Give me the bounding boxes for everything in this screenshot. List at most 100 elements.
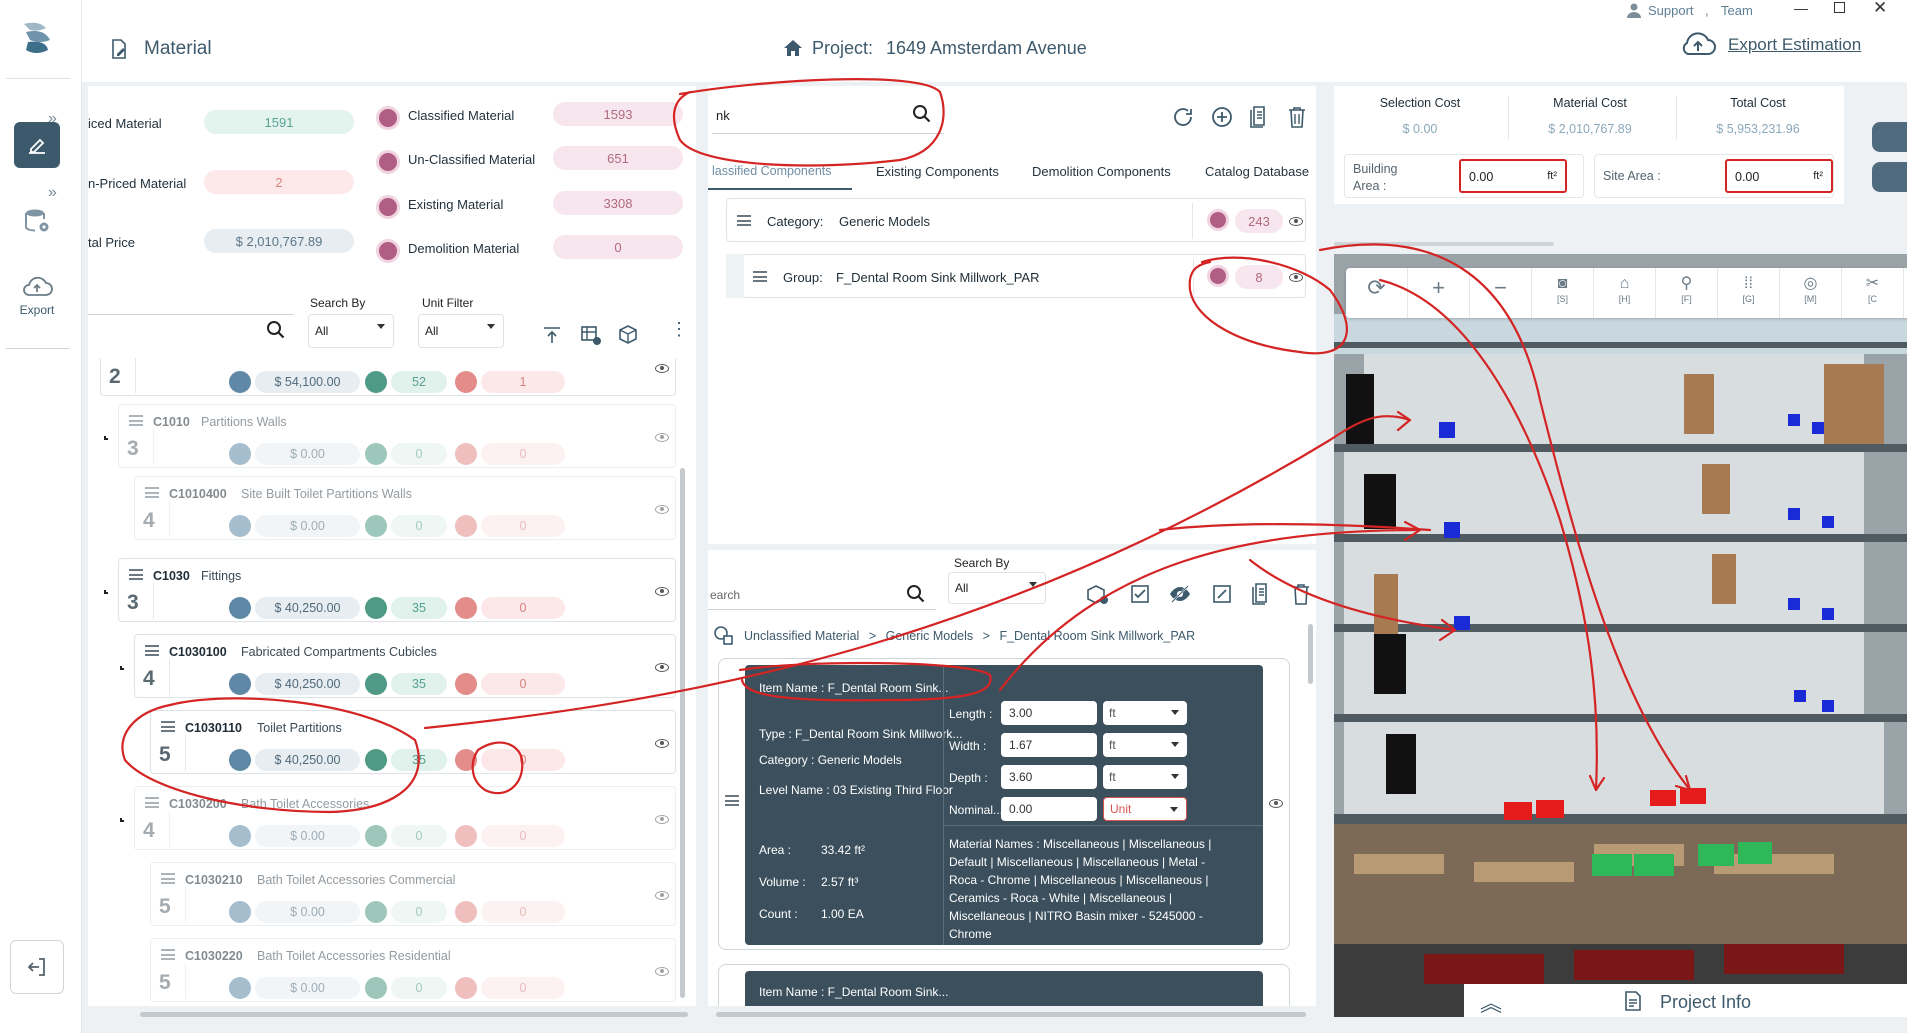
eye-icon[interactable] [655,364,669,373]
item-card[interactable]: Item Name : F_Dental Room Sink... Type :… [718,658,1290,950]
tree-node[interactable]: C1030 Fittings 3 $ 40,250.00 35 0 [118,558,676,622]
drag-handle-icon[interactable] [725,795,739,806]
eye-icon[interactable] [655,891,669,900]
length-unit-select[interactable]: ft [1103,701,1187,725]
eye-icon[interactable] [655,587,669,596]
user-team[interactable]: Team [1721,3,1753,18]
trash-icon[interactable] [1286,105,1308,129]
drag-handle-icon[interactable] [737,215,751,226]
eye-icon[interactable] [655,815,669,824]
search-icon[interactable] [906,584,926,604]
breadcrumb-item[interactable]: Generic Models [886,629,974,643]
tree-node[interactable]: C1030110 Toilet Partitions 5 $ 40,250.00 35 0 [150,710,676,774]
site-area-input[interactable]: 0.00 ft² [1725,159,1833,193]
width-input[interactable]: 1.67 [1001,733,1097,757]
search-icon[interactable] [266,320,286,340]
eye-icon[interactable] [1289,217,1303,226]
project-info-bar[interactable]: ︽ Project Info [1464,984,1907,1017]
building-area-input[interactable]: 0.00 ft² [1459,159,1567,193]
tree-node[interactable]: C1030210 Bath Toilet Accessories Commerci… [150,862,676,926]
item-card[interactable]: Item Name : F_Dental Room Sink... [718,964,1290,1006]
eye-icon[interactable] [1269,799,1283,808]
close-button[interactable]: ✕ [1873,0,1887,18]
search-icon[interactable] [912,104,932,124]
camera-tool-button[interactable]: ◙ [S] [1532,268,1594,318]
component-search-input[interactable]: nk [712,86,944,134]
building-3d-render[interactable] [1334,254,1907,1017]
items-horizontal-scrollbar[interactable] [716,1012,1306,1017]
items-scrollbar[interactable] [1308,624,1313,684]
items-search-input[interactable]: earch [708,576,936,610]
eye-icon[interactable] [655,967,669,976]
drag-handle-icon[interactable] [145,645,159,656]
depth-input[interactable]: 3.60 [1001,765,1097,789]
tree-node[interactable]: C1030100 Fabricated Compartments Cubicles… [134,634,676,698]
items-search-by-select[interactable]: All [948,572,1046,604]
side-action-tab[interactable] [1872,122,1907,152]
home-tool-button[interactable]: ⌂ [H] [1594,268,1656,318]
copy-document-icon[interactable] [1248,105,1270,129]
tree-node[interactable]: 2 $ 54,100.00 52 1 [100,358,676,396]
pin-tool-button[interactable]: ⚲ [F] [1656,268,1718,318]
drag-handle-icon[interactable] [129,415,143,426]
tree-node[interactable]: C1010 Partitions Walls 3 $ 0.00 0 0 [118,404,676,468]
eye-icon[interactable] [655,433,669,442]
group-row[interactable]: Group: F_Dental Room Sink Millwork_PAR 8 [742,254,1306,298]
tab-catalog-database[interactable]: Catalog Database [1205,164,1309,179]
drag-handle-icon[interactable] [129,569,143,580]
restore-button[interactable] [1834,2,1845,13]
breadcrumb-item[interactable]: Unclassified Material [744,629,859,643]
trash-icon[interactable] [1290,582,1312,606]
length-input[interactable]: 3.00 [1001,701,1097,725]
drag-handle-icon[interactable] [145,797,159,808]
drag-handle-icon[interactable] [145,487,159,498]
minus-tool-button[interactable]: − [1470,268,1532,318]
nominal-input[interactable]: 0.00 [1001,797,1097,821]
eye-icon[interactable] [1289,273,1303,282]
plus-tool-button[interactable]: + [1408,268,1470,318]
eye-icon[interactable] [655,739,669,748]
tree-search-input[interactable] [88,314,294,315]
chevrons-up-icon[interactable]: ︽ [1480,986,1502,1017]
edit-icon[interactable] [1212,584,1232,604]
tab-demolition-components[interactable]: Demolition Components [1032,164,1171,179]
cube-settings-icon[interactable] [618,324,640,346]
width-unit-select[interactable]: ft [1103,733,1187,757]
category-row[interactable]: Category: Generic Models 243 [726,198,1306,242]
tab-classified-components[interactable]: lassified Components [712,164,832,178]
drag-handle-icon[interactable] [161,721,175,732]
depth-unit-select[interactable]: ft [1103,765,1187,789]
copy-document-icon[interactable] [1250,582,1272,606]
checkbox-icon[interactable] [1130,584,1150,604]
eye-icon[interactable] [655,663,669,672]
tree-node[interactable]: C1030200 Bath Toilet Accessories 4 $ 0.00 0 0 [134,786,676,850]
edit-material-button[interactable] [14,122,60,168]
measure-tool-button[interactable]: ◎ [M] [1780,268,1842,318]
search-by-select[interactable]: All [308,314,394,348]
sort-icon[interactable] [542,326,562,344]
more-options-icon[interactable]: ⋮ [670,320,688,338]
drag-handle-icon[interactable] [753,271,767,282]
refresh-tool-button[interactable]: ⟳ [1346,268,1408,318]
user-support[interactable]: Support [1648,3,1694,18]
tool-tool-button[interactable]: ✂ [C [1842,268,1904,318]
drag-handle-icon[interactable] [161,873,175,884]
eye-off-icon[interactable] [1168,584,1192,604]
add-circle-icon[interactable] [1210,105,1234,129]
grid-tool-button[interactable]: ⁞⁞ [G] [1718,268,1780,318]
minimize-button[interactable]: — [1794,0,1808,16]
database-button[interactable] [14,198,60,244]
tree-scrollbar[interactable] [680,468,685,998]
side-action-tab[interactable] [1872,162,1907,192]
tree-node[interactable]: C1030220 Bath Toilet Accessories Resident… [150,938,676,1002]
table-settings-icon[interactable] [580,324,602,346]
tree-horizontal-scrollbar[interactable] [140,1012,688,1017]
nominal-unit-select[interactable]: Unit [1103,797,1187,821]
logout-button[interactable] [10,940,64,994]
unit-filter-select[interactable]: All [418,314,504,348]
cube-settings-icon[interactable] [1086,584,1110,606]
export-button[interactable]: Export [14,266,60,326]
eye-icon[interactable] [655,505,669,514]
model-viewer[interactable]: ⟳ + − ◙ [S] ⌂ [H] ⚲ [F] ⁞⁞ [G] ◎ [M] ✂ [C ︽ Project In… [1334,254,1907,1017]
export-estimation-link[interactable]: Export Estimation [1728,35,1861,55]
